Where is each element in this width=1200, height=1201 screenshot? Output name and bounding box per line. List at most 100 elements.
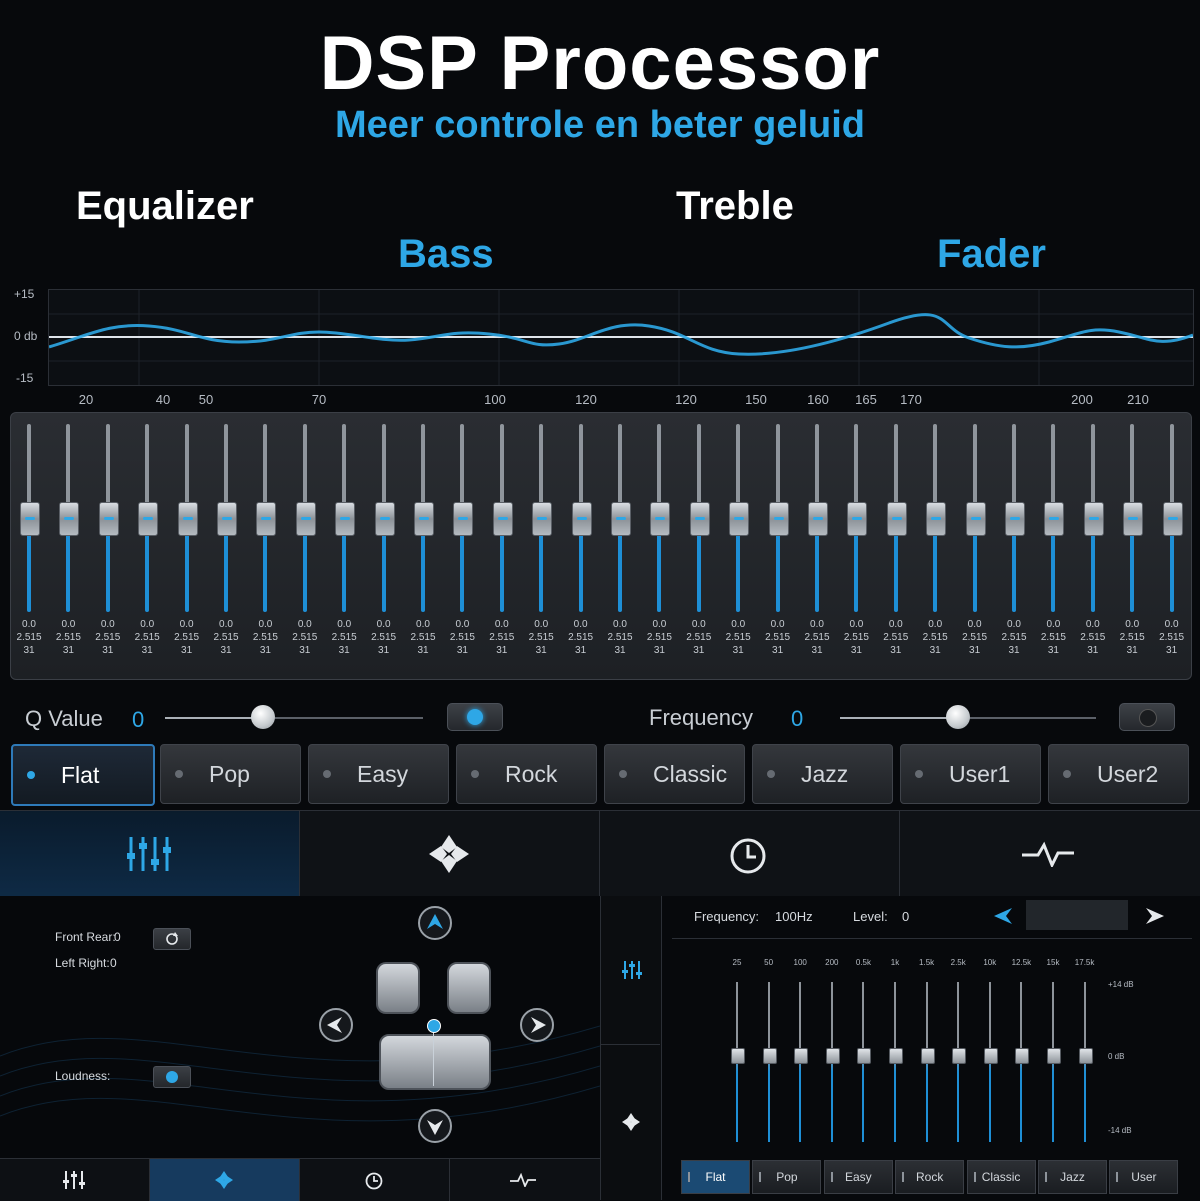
- balance-left-button[interactable]: [319, 1008, 353, 1042]
- eq-band-gain: 0.0: [691, 619, 706, 630]
- graph-y-top: +15: [14, 287, 35, 301]
- geq-band-knob[interactable]: [983, 1048, 998, 1064]
- eq-band-values: 0.0 2.515 31: [50, 618, 86, 657]
- eq-band-knob[interactable]: [886, 502, 907, 536]
- geq-band-knob[interactable]: [762, 1048, 777, 1064]
- eq-band-knob[interactable]: [295, 502, 316, 536]
- eq-band-knob[interactable]: [1005, 502, 1025, 536]
- eq-band-knob[interactable]: [532, 502, 553, 536]
- geq-band-knob[interactable]: [731, 1048, 745, 1064]
- refresh-icon: [166, 932, 178, 945]
- mini-tab-equalizer[interactable]: [0, 1159, 150, 1201]
- preset-button-jazz[interactable]: Jazz: [752, 744, 893, 804]
- geq-prev-button[interactable]: [992, 904, 1016, 928]
- mini-tab-clock[interactable]: [300, 1159, 450, 1201]
- geq-band-knob[interactable]: [889, 1048, 903, 1064]
- tab-fader-balance[interactable]: [300, 811, 600, 896]
- q-value-toggle[interactable]: [447, 703, 503, 731]
- eq-band-knob[interactable]: [1044, 502, 1065, 536]
- geq-band-knob[interactable]: [825, 1048, 840, 1064]
- eq-band-knob[interactable]: [689, 502, 710, 536]
- preset-button-user2[interactable]: User2: [1048, 744, 1189, 804]
- geq-preset-classic[interactable]: Classic: [966, 1160, 1036, 1194]
- geq-next-button[interactable]: [1142, 904, 1166, 928]
- tab-equalizer[interactable]: [0, 811, 300, 899]
- side-tab-fader-balance[interactable]: [600, 1044, 660, 1200]
- eq-band-knob[interactable]: [1162, 502, 1183, 536]
- eq-band-knob[interactable]: [138, 502, 159, 536]
- eq-band-knob[interactable]: [571, 502, 592, 536]
- preset-button-pop[interactable]: Pop: [160, 744, 301, 804]
- preset-indicator-dot: [915, 770, 923, 778]
- geq-preset-rock[interactable]: Rock: [895, 1160, 965, 1194]
- geq-preset-pop[interactable]: Pop: [752, 1160, 822, 1194]
- eq-band-knob[interactable]: [453, 502, 474, 536]
- response-graph: [48, 289, 1194, 386]
- eq-band-knob[interactable]: [492, 502, 513, 536]
- eq-band-values: 0.0 2.515 31: [11, 618, 47, 657]
- geq-preset-marker: [1045, 1172, 1047, 1182]
- tab-waveform[interactable]: [900, 811, 1199, 896]
- preset-button-easy[interactable]: Easy: [308, 744, 449, 804]
- geq-preset-jazz[interactable]: Jazz: [1038, 1160, 1107, 1194]
- geq-band-knob[interactable]: [1015, 1048, 1030, 1064]
- preset-button-classic[interactable]: Classic: [604, 744, 745, 804]
- geq-band-knob[interactable]: [920, 1048, 935, 1064]
- preset-button-rock[interactable]: Rock: [456, 744, 597, 804]
- fader-down-button[interactable]: [418, 1109, 452, 1143]
- clock-icon: [365, 1172, 383, 1190]
- eq-band-knob[interactable]: [414, 502, 434, 536]
- eq-band-knob[interactable]: [98, 502, 119, 536]
- eq-band-knob[interactable]: [177, 502, 198, 536]
- frequency-toggle[interactable]: [1119, 703, 1175, 731]
- q-value-slider[interactable]: [165, 705, 423, 729]
- eq-band-q: 2.515: [883, 632, 909, 643]
- eq-band-values: 0.0 2.515 31: [366, 618, 402, 657]
- eq-band-knob[interactable]: [217, 502, 237, 536]
- chevron-right-icon: [1146, 908, 1164, 924]
- mini-tab-waveform[interactable]: [450, 1159, 599, 1201]
- geq-band-knob[interactable]: [857, 1048, 872, 1064]
- geq-band-knob[interactable]: [1078, 1048, 1093, 1064]
- frequency-slider[interactable]: [840, 705, 1096, 729]
- eq-band-knob[interactable]: [729, 502, 750, 536]
- geq-preset-marker: [830, 1172, 833, 1182]
- reset-balance-button[interactable]: [153, 928, 191, 950]
- eq-band-knob[interactable]: [59, 502, 80, 536]
- geq-band-knob[interactable]: [1047, 1048, 1061, 1064]
- eq-band-knob[interactable]: [768, 502, 789, 536]
- eq-band-knob[interactable]: [808, 502, 828, 536]
- preset-button-user1[interactable]: User1: [900, 744, 1041, 804]
- geq-preset-easy[interactable]: Easy: [823, 1160, 893, 1194]
- eq-band-knob[interactable]: [1123, 502, 1144, 536]
- balance-right-button[interactable]: [520, 1008, 554, 1042]
- eq-band-knob[interactable]: [335, 502, 356, 536]
- geq-band-knob[interactable]: [794, 1048, 809, 1064]
- eq-band-q: 2.515: [489, 632, 515, 643]
- eq-band-knob[interactable]: [611, 502, 631, 536]
- geq-preset-flat[interactable]: Flat: [681, 1160, 750, 1194]
- graph-frequency-label: 165: [855, 392, 877, 407]
- eq-band-knob[interactable]: [1083, 502, 1104, 536]
- equalizer-bands-panel: 0.0 2.515 31 0.0 2.515 31 0.0 2.515 31 0.0 2.515 31…: [10, 412, 1192, 680]
- eq-band-knob[interactable]: [374, 502, 395, 536]
- eq-band-knob[interactable]: [965, 502, 986, 536]
- eq-band-gain: 0.0: [297, 619, 312, 630]
- geq-band-knob[interactable]: [952, 1048, 967, 1064]
- geq-preset-user[interactable]: User: [1109, 1160, 1179, 1194]
- q-value-knob[interactable]: [251, 705, 276, 729]
- mini-tab-fader-balance[interactable]: [150, 1159, 300, 1201]
- eq-band-knob[interactable]: [926, 502, 947, 536]
- eq-band-knob[interactable]: [20, 502, 40, 536]
- eq-band-gain: 0.0: [1085, 619, 1100, 630]
- frequency-knob[interactable]: [945, 705, 970, 729]
- side-tab-equalizer[interactable]: [600, 896, 660, 1045]
- tab-clock[interactable]: [600, 811, 900, 896]
- preset-button-flat[interactable]: Flat: [11, 744, 155, 806]
- fader-up-button[interactable]: [418, 906, 452, 940]
- eq-band-knob[interactable]: [847, 502, 868, 536]
- eq-band-knob[interactable]: [256, 502, 277, 536]
- eq-band-knob[interactable]: [650, 502, 671, 536]
- loudness-toggle[interactable]: [153, 1066, 191, 1088]
- balance-position-marker[interactable]: [427, 1019, 441, 1033]
